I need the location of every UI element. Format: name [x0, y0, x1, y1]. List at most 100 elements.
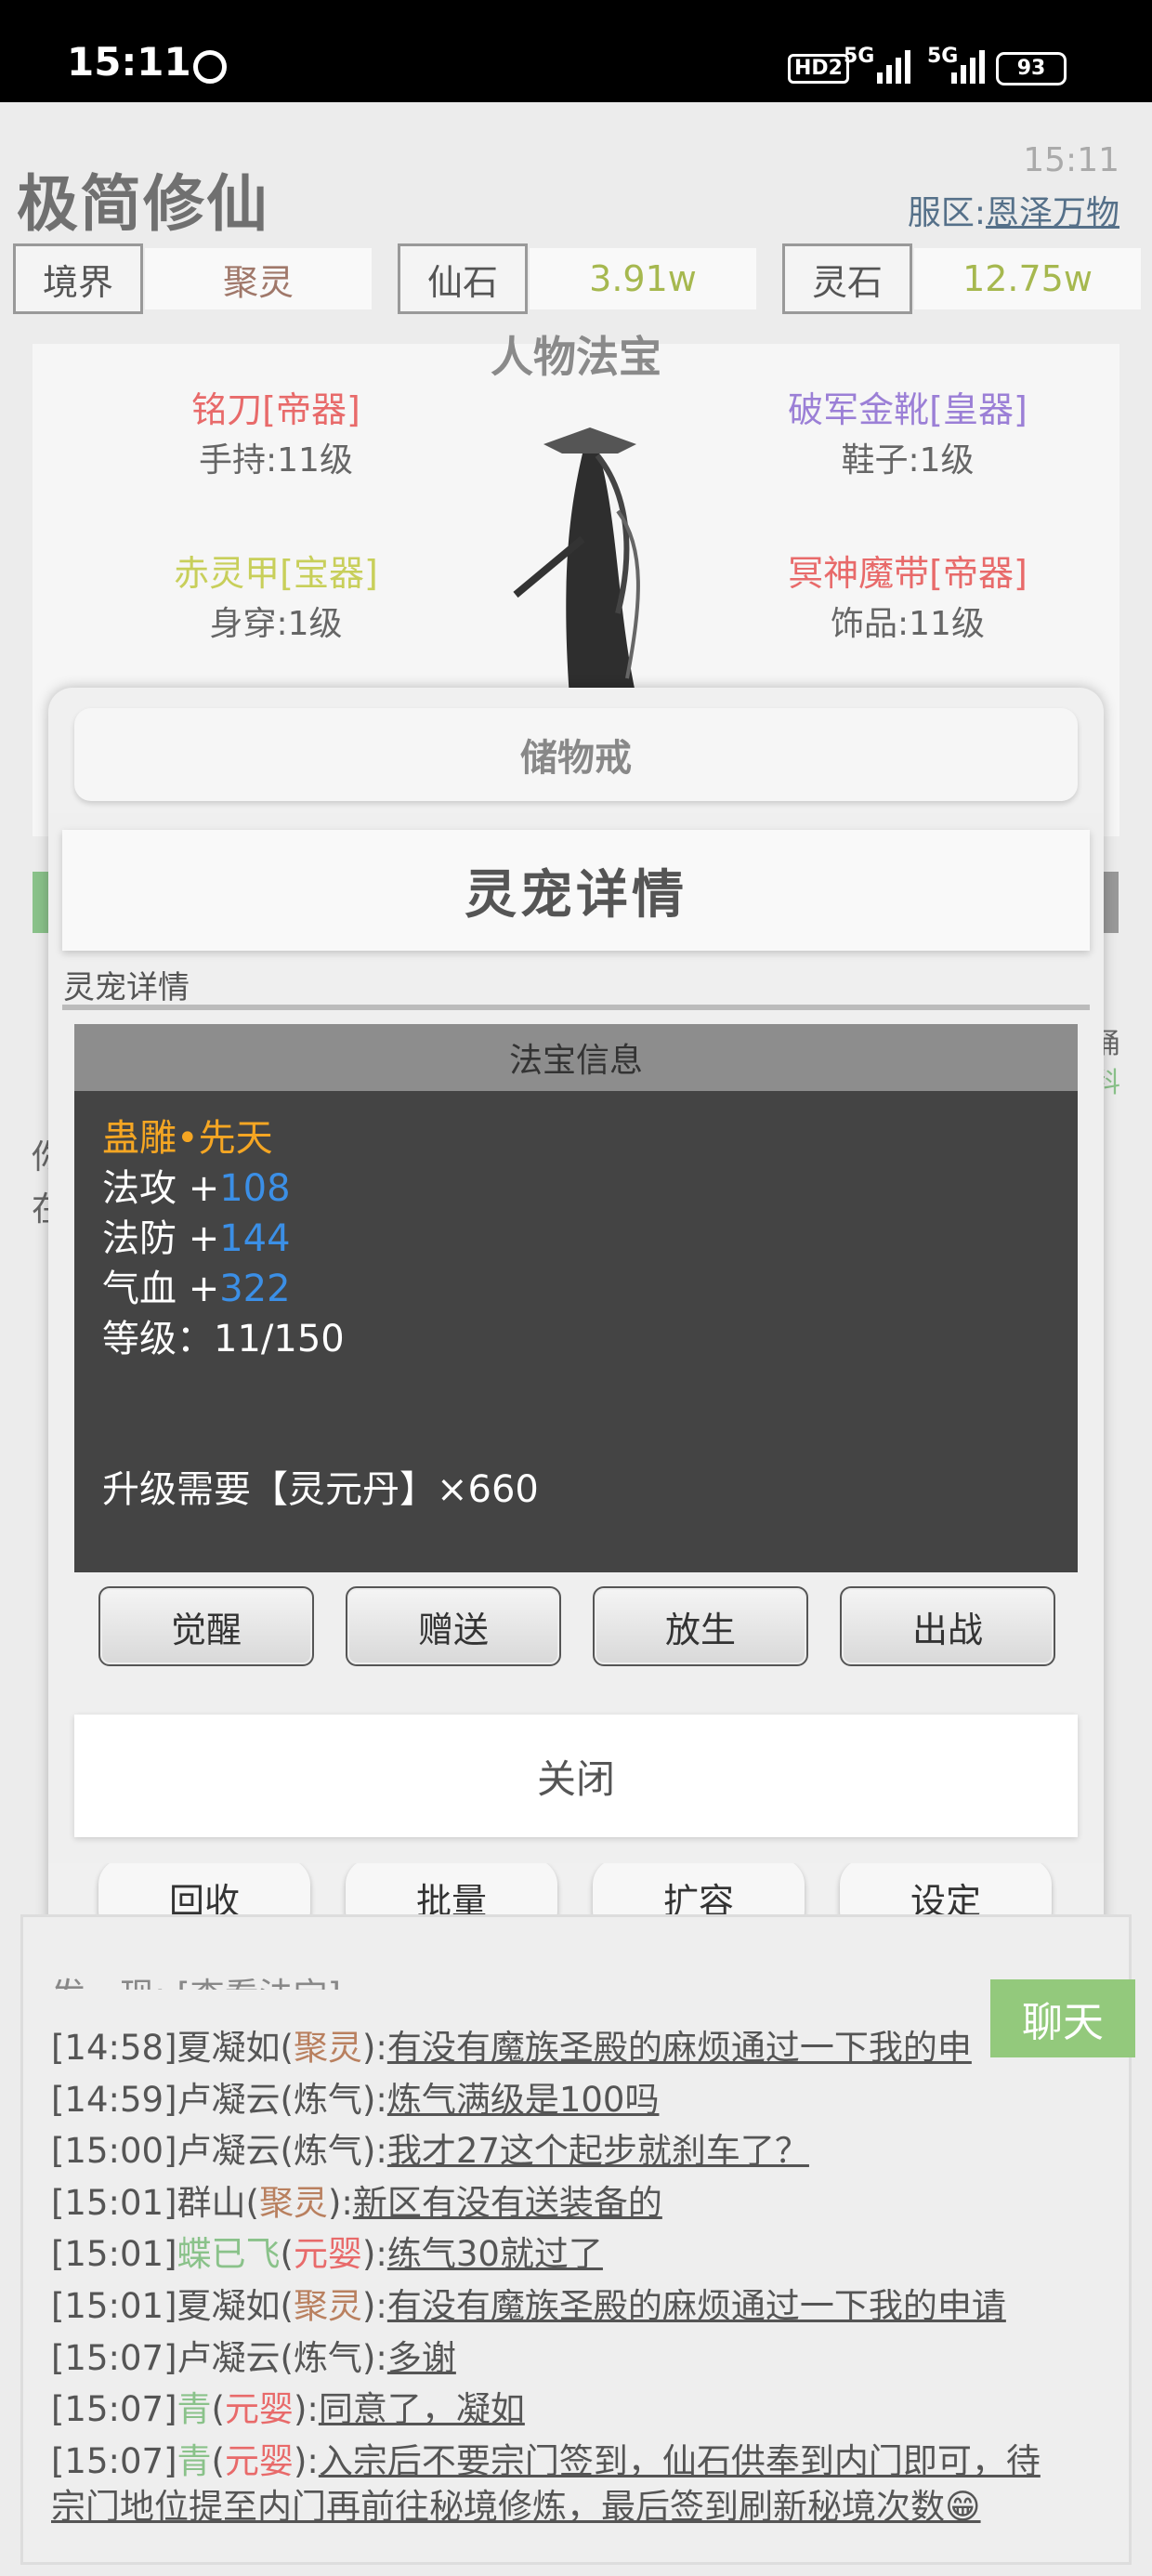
equip-armor-slot: 身穿:1级 [209, 605, 343, 643]
chat-line: [15:01]群山(聚灵):新区有没有送装备的 [51, 2175, 662, 2225]
chat-sender[interactable]: 卢凝云 [177, 2080, 281, 2120]
chat-message[interactable]: 有没有魔族圣殿的麻烦通过一下我的申请 [387, 2286, 1006, 2326]
chat-rank: 聚灵 [293, 2286, 362, 2326]
close-button[interactable]: 关闭 [74, 1715, 1078, 1837]
chat-sender[interactable]: 卢凝云 [177, 2338, 281, 2378]
chat-rank: 聚灵 [293, 2028, 362, 2068]
chat-sender[interactable]: 群山 [177, 2183, 246, 2223]
stat-label: 法防 + [102, 1217, 220, 1260]
chat-line: [14:59]卢凝云(炼气):炼气满级是100吗 [51, 2071, 659, 2122]
chat-time: [15:07] [51, 2440, 177, 2481]
chat-paren-open: ( [280, 2286, 294, 2326]
chat-paren-close: ): [361, 2131, 387, 2172]
server-name-link[interactable]: 恩泽万物 [986, 194, 1119, 232]
chat-message[interactable]: 新区有没有送装备的 [353, 2183, 662, 2223]
chat-line: [15:01]夏凝如(聚灵):有没有魔族圣殿的麻烦通过一下我的申请 [51, 2278, 1006, 2328]
chat-message[interactable]: 同意了，凝如 [319, 2389, 525, 2429]
chat-message[interactable]: 宗门地位提至内门再前往秘境修炼，最后签到刷新秘境次数😁 [51, 2487, 981, 2527]
chat-sender[interactable]: 夏凝如 [177, 2028, 281, 2068]
chat-paren-open: ( [280, 2079, 294, 2120]
chat-message[interactable]: 多谢 [387, 2338, 456, 2378]
chat-time: [14:59] [51, 2079, 177, 2120]
equip-belt-name[interactable]: 冥神魔带[帝器] [722, 545, 1093, 596]
chat-message[interactable]: 有没有魔族圣殿的麻烦通过一下我的申 [387, 2028, 972, 2068]
chat-time: [15:01] [51, 2286, 177, 2326]
chat-time: [15:00] [51, 2131, 177, 2172]
release-button[interactable]: 放生 [593, 1586, 808, 1666]
stat-value: 322 [219, 1268, 291, 1310]
signal-icon [877, 50, 910, 84]
chat-line: [15:07]卢凝云(炼气):多谢 [51, 2330, 456, 2380]
chat-paren-open: ( [211, 2440, 225, 2481]
info-header: 法宝信息 [74, 1024, 1078, 1091]
equip-armor-name[interactable]: 赤灵甲[宝器] [90, 545, 462, 596]
gift-button[interactable]: 赠送 [346, 1586, 561, 1666]
chat-sender[interactable]: 青 [177, 2441, 212, 2481]
chat-message[interactable]: 练气30就过了 [387, 2234, 603, 2274]
equipment-title: 人物法宝 [491, 332, 661, 382]
stat-label: 气血 + [102, 1268, 220, 1310]
tab-divider [62, 1005, 1090, 1010]
hd-voice-icon: HD2 [788, 54, 849, 84]
tab-pet-details[interactable]: 灵宠详情 [63, 962, 190, 1007]
chat-paren-close: ): [361, 2337, 387, 2378]
chat-paren-close: ): [293, 2389, 319, 2430]
chat-line: [15:07]青(元婴):同意了，凝如 [51, 2381, 525, 2431]
chat-time: [15:01] [51, 2234, 177, 2275]
chat-paren-open: ( [280, 2337, 294, 2378]
stat-value: 108 [219, 1167, 291, 1210]
chat-rank: 炼气 [293, 2337, 362, 2378]
chat-line: [15:00]卢凝云(炼气):我才27这个起步就刹车了？ [51, 2123, 809, 2173]
stat-magic-attack: 法攻 +108 [102, 1158, 291, 1212]
chat-paren-open: ( [280, 2234, 294, 2275]
chat-paren-open: ( [211, 2389, 225, 2430]
chat-paren-close: ): [361, 2286, 387, 2326]
spirit-stone-value: 12.75w [914, 248, 1141, 309]
battery-icon: 93 [996, 52, 1067, 85]
chat-rank: 炼气 [293, 2079, 362, 2120]
stat-health: 气血 +322 [102, 1258, 291, 1312]
chat-sender[interactable]: 青 [177, 2389, 212, 2429]
chat-paren-close: ): [327, 2182, 353, 2223]
chat-message[interactable]: 入宗后不要宗门签到，仙石供奉到内门即可，待 [319, 2441, 1041, 2481]
chat-line: [15:07]青(元婴):入宗后不要宗门签到，仙石供奉到内门即可，待 [51, 2433, 1041, 2483]
chat-paren-open: ( [245, 2182, 259, 2223]
stat-label: 法攻 + [102, 1167, 220, 1210]
chat-message[interactable]: 我才27这个起步就刹车了？ [387, 2131, 809, 2171]
chat-paren-close: ): [361, 2079, 387, 2120]
chat-sender[interactable]: 卢凝云 [177, 2131, 281, 2171]
chat-message[interactable]: 炼气满级是100吗 [387, 2080, 660, 2120]
pet-level: 等级：11/150 [102, 1318, 345, 1360]
chat-line: [15:01]蝶已飞(元婴):练气30就过了 [51, 2226, 603, 2276]
equip-weapon-name[interactable]: 铭刀[帝器] [90, 381, 462, 432]
equip-boots-name[interactable]: 破军金靴[皇器] [722, 381, 1093, 432]
chat-paren-close: ): [293, 2440, 319, 2481]
chat-sender[interactable]: 蝶已飞 [177, 2234, 281, 2274]
chat-paren-close: ): [361, 2234, 387, 2275]
chat-sender[interactable]: 夏凝如 [177, 2286, 281, 2326]
deploy-button[interactable]: 出战 [840, 1586, 1055, 1666]
background-button-fragment [1104, 872, 1119, 933]
chat-paren-open: ( [280, 2028, 294, 2068]
upgrade-requirement: 升级需要【灵元丹】×660 [102, 1468, 539, 1511]
server-label: 服区: [907, 194, 986, 232]
awaken-button[interactable]: 觉醒 [98, 1586, 314, 1666]
pet-name: 蛊雕•先天 [102, 1117, 273, 1160]
network-5g-label: 5G [844, 45, 875, 68]
chat-panel: 发一现: [查看法宝] [14:58]夏凝如(聚灵):有没有魔族圣殿的麻烦通过一… [20, 1914, 1132, 2565]
hotspot-icon [193, 50, 227, 84]
status-bar: 15:11 HD2 5G 5G 93 [0, 0, 1152, 102]
chat-time: [15:01] [51, 2182, 177, 2223]
character-portrait [513, 427, 640, 697]
stat-magic-defense: 法防 +144 [102, 1208, 291, 1262]
signal-icon-2 [951, 50, 985, 84]
immortal-stone-value: 3.91w [530, 248, 756, 309]
chat-time: [15:07] [51, 2337, 177, 2378]
chat-toggle-button[interactable]: 聊天 [990, 1979, 1135, 2057]
status-time: 15:11 [67, 39, 191, 85]
chat-paren-open: ( [280, 2131, 294, 2172]
stat-value: 144 [219, 1217, 291, 1260]
chat-rank: 元婴 [293, 2234, 362, 2275]
chat-line: [14:58]夏凝如(聚灵):有没有魔族圣殿的麻烦通过一下我的申 [51, 2019, 972, 2070]
realm-value: 聚灵 [145, 248, 372, 309]
